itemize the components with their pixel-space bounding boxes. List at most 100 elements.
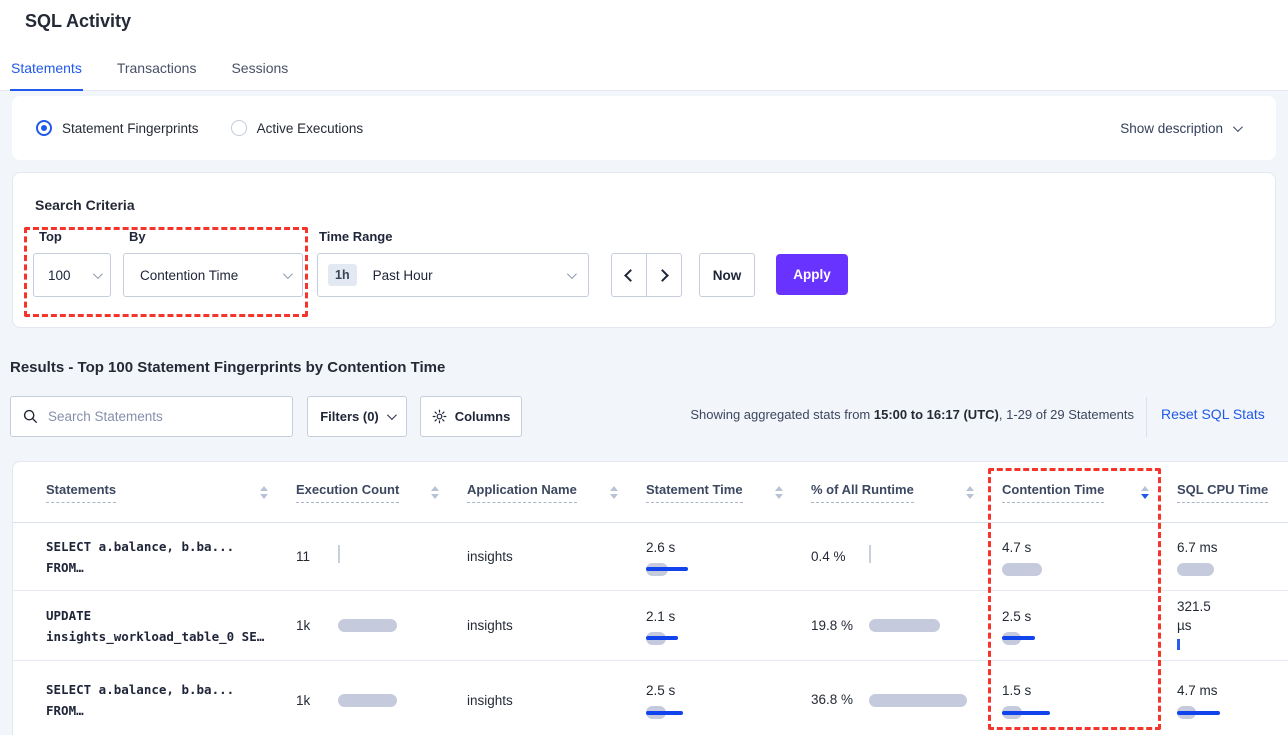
sql-activity-page: SQL Activity Statements Transactions Ses… — [0, 0, 1288, 735]
statement-link[interactable]: SELECT a.balance, b.ba...FROM… — [46, 536, 296, 578]
header-contention-time[interactable]: Contention Time — [1002, 482, 1177, 503]
table-row: UPDATEinsights_workload_table_0 SE… 1k i… — [13, 591, 1288, 661]
runtime-pct-cell: 19.8 % — [811, 616, 1002, 636]
time-prev-button[interactable] — [611, 253, 647, 297]
execution-bar — [338, 619, 397, 632]
contention-bar — [1002, 563, 1042, 576]
show-description-toggle[interactable]: Show description — [1120, 121, 1240, 136]
columns-button[interactable]: Columns — [420, 396, 522, 437]
execution-count-cell: 1k — [296, 693, 467, 708]
runtime-bar — [869, 694, 967, 707]
results-heading: Results - Top 100 Statement Fingerprints… — [10, 359, 445, 376]
search-statements-input[interactable] — [48, 409, 268, 424]
table-header-row: Statements Execution Count Application N… — [13, 462, 1288, 523]
runtime-pct-cell: 0.4 % — [811, 545, 1002, 568]
contention-bar — [1002, 632, 1035, 645]
statement-time-cell: 2.6 s — [646, 538, 811, 576]
cpu-bar — [1177, 706, 1220, 719]
header-statement-time[interactable]: Statement Time — [646, 482, 811, 503]
execution-count-cell: 1k — [296, 618, 467, 633]
cpu-bar — [1177, 563, 1214, 576]
statement-time-bar — [646, 706, 683, 719]
contention-time-cell: 2.5 s — [1002, 607, 1177, 645]
header-execution-count[interactable]: Execution Count — [296, 482, 467, 503]
application-name-cell: insights — [467, 693, 646, 708]
application-name-cell: insights — [467, 618, 646, 633]
header-sql-cpu-time[interactable]: SQL CPU Time — [1177, 482, 1288, 503]
header-runtime-pct[interactable]: % of All Runtime — [811, 482, 1002, 503]
statements-table: Statements Execution Count Application N… — [12, 461, 1288, 735]
radio-selected-icon — [36, 120, 52, 136]
chevron-down-icon — [1233, 122, 1243, 132]
header-statements[interactable]: Statements — [46, 482, 296, 503]
radio-statement-fingerprints[interactable]: Statement Fingerprints — [36, 120, 199, 136]
chevron-down-icon — [283, 269, 293, 279]
table-row: SELECT a.balance, b.ba...FROM… 11 insigh… — [13, 523, 1288, 591]
time-range-value: Past Hour — [373, 268, 433, 283]
statement-time-cell: 2.1 s — [646, 607, 811, 645]
radio-active-executions[interactable]: Active Executions — [231, 120, 364, 136]
chevron-left-icon — [624, 269, 637, 282]
time-range-select[interactable]: 1h Past Hour — [317, 253, 589, 297]
sql-cpu-time-cell: 321.5 µs — [1177, 597, 1288, 655]
apply-button[interactable]: Apply — [776, 254, 848, 295]
statement-link[interactable]: SELECT a.balance, b.ba...FROM… — [46, 679, 296, 721]
sort-icon[interactable] — [431, 486, 439, 499]
radio-label: Active Executions — [257, 121, 364, 136]
top-select-value: 100 — [48, 268, 71, 283]
application-name-cell: insights — [467, 549, 646, 564]
radio-label: Statement Fingerprints — [62, 121, 199, 136]
table-row: SELECT a.balance, b.ba...FROM… 1k insigh… — [13, 661, 1288, 735]
by-select[interactable]: Contention Time — [123, 253, 303, 297]
by-select-value: Contention Time — [140, 268, 238, 283]
header-application-name[interactable]: Application Name — [467, 482, 646, 503]
statement-link[interactable]: UPDATEinsights_workload_table_0 SE… — [46, 605, 296, 647]
tab-transactions[interactable]: Transactions — [116, 60, 198, 91]
chevron-down-icon — [387, 410, 397, 420]
now-button[interactable]: Now — [699, 253, 755, 297]
contention-time-cell: 4.7 s — [1002, 538, 1177, 576]
chevron-right-icon — [656, 269, 669, 282]
time-range-badge: 1h — [328, 264, 357, 286]
time-next-button[interactable] — [646, 253, 682, 297]
show-description-label: Show description — [1120, 121, 1223, 136]
columns-label: Columns — [455, 409, 511, 424]
statement-time-bar — [646, 632, 678, 645]
tab-bar: Statements Transactions Sessions — [10, 60, 289, 91]
radio-unselected-icon — [231, 120, 247, 136]
sql-cpu-time-cell: 6.7 ms — [1177, 538, 1288, 576]
gear-icon — [432, 409, 447, 424]
sql-cpu-time-cell: 4.7 ms — [1177, 681, 1288, 719]
sort-icon[interactable] — [775, 486, 783, 499]
search-icon — [23, 409, 38, 424]
runtime-pct-cell: 36.8 % — [811, 690, 1002, 710]
search-statements-box — [10, 396, 293, 437]
statement-time-bar — [646, 563, 688, 576]
top-bar: SQL Activity Statements Transactions Ses… — [0, 0, 1288, 91]
time-range-label: Time Range — [319, 229, 392, 244]
search-criteria-card: Search Criteria Top 100 By Contention Ti… — [12, 172, 1276, 328]
sort-icon[interactable] — [610, 486, 618, 499]
tab-sessions[interactable]: Sessions — [230, 60, 289, 91]
page-title: SQL Activity — [25, 11, 131, 32]
top-select[interactable]: 100 — [33, 253, 111, 297]
contention-time-cell: 1.5 s — [1002, 681, 1177, 719]
sort-icon[interactable] — [966, 486, 974, 499]
statement-time-cell: 2.5 s — [646, 681, 811, 719]
search-criteria-heading: Search Criteria — [35, 197, 135, 213]
runtime-bar — [869, 545, 871, 568]
execution-count-cell: 11 — [296, 545, 467, 568]
sort-icon[interactable] — [260, 486, 268, 499]
runtime-bar — [869, 619, 940, 632]
reset-sql-stats-link[interactable]: Reset SQL Stats — [1161, 406, 1265, 422]
top-label: Top — [39, 229, 62, 244]
by-label: By — [129, 229, 146, 244]
filters-button[interactable]: Filters (0) — [307, 396, 407, 437]
chevron-down-icon — [567, 269, 577, 279]
sort-icon-active[interactable] — [1141, 486, 1149, 499]
tab-statements[interactable]: Statements — [10, 60, 83, 91]
view-mode-strip: Statement Fingerprints Active Executions… — [12, 96, 1276, 160]
execution-bar — [338, 694, 397, 707]
cpu-bar — [1177, 637, 1288, 655]
aggregated-stats-text: Showing aggregated stats from 15:00 to 1… — [690, 407, 1134, 422]
